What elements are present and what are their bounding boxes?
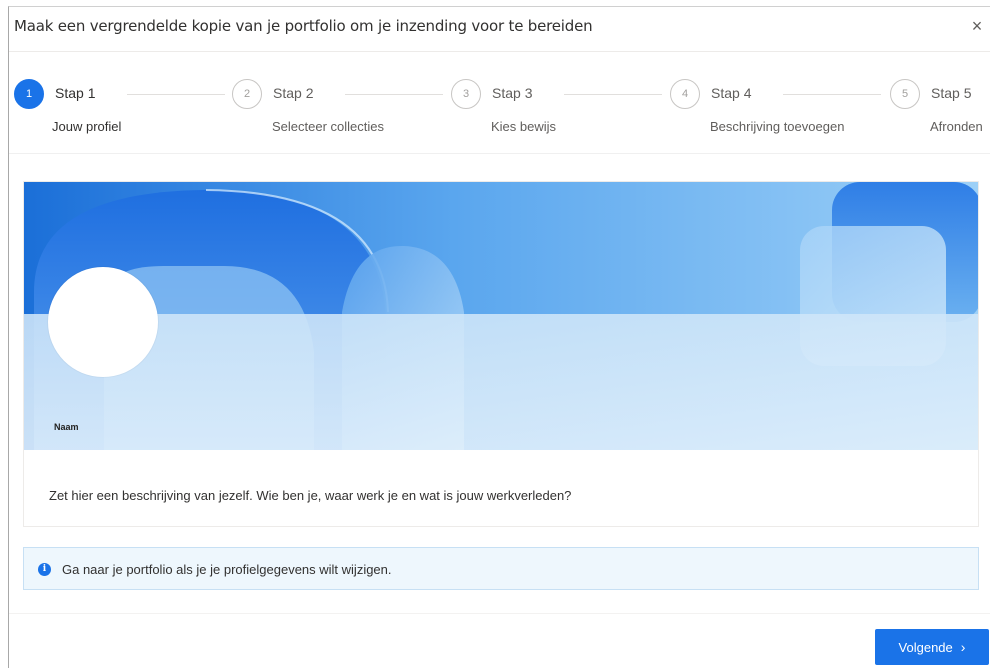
portfolio-copy-dialog: Maak een vergrendelde kopie van je portf… (8, 6, 990, 668)
profile-description: Zet hier een beschrijving van jezelf. Wi… (49, 488, 572, 503)
step-3-label: Stap 3 (492, 85, 533, 101)
step-5-circle: 5 (890, 79, 920, 109)
step-4-circle: 4 (670, 79, 700, 109)
step-connector (783, 94, 881, 95)
next-button-label: Volgende (898, 639, 953, 655)
profile-banner: Naam (24, 182, 978, 450)
header-divider (9, 51, 990, 52)
step-2-description: Selecteer collecties (272, 119, 384, 134)
info-text: Ga naar je portfolio als je je profielge… (62, 562, 392, 577)
stepper-divider (9, 153, 990, 154)
info-icon: i (38, 563, 51, 576)
profile-name-label: Naam (54, 422, 79, 432)
step-4-description: Beschrijving toevoegen (710, 119, 845, 134)
step-4-label: Stap 4 (711, 85, 752, 101)
step-connector (345, 94, 443, 95)
step-connector (127, 94, 225, 95)
next-button[interactable]: Volgende › (875, 629, 989, 665)
info-message: i Ga naar je portfolio als je je profiel… (23, 547, 979, 590)
banner-illustration (24, 182, 978, 450)
footer-divider (9, 613, 990, 614)
profile-card: Naam Zet hier een beschrijving van jezel… (23, 181, 979, 527)
step-connector (564, 94, 662, 95)
step-2-circle: 2 (232, 79, 262, 109)
chevron-right-icon: › (960, 639, 966, 655)
step-3-circle: 3 (451, 79, 481, 109)
step-3-description: Kies bewijs (491, 119, 557, 134)
step-1-circle: 1 (14, 79, 44, 109)
dialog-title: Maak een vergrendelde kopie van je portf… (14, 17, 593, 35)
step-5-label: Stap 5 (931, 85, 972, 101)
step-5-description: Afronden (930, 119, 983, 134)
dialog-header: Maak een vergrendelde kopie van je portf… (9, 7, 990, 47)
stepper: 1 Stap 1 Jouw profiel 2 Stap 2 Selecteer… (9, 79, 990, 149)
avatar (48, 267, 158, 377)
close-icon[interactable]: × (968, 17, 986, 35)
step-2-label: Stap 2 (273, 85, 314, 101)
step-1-description: Jouw profiel (52, 119, 122, 134)
step-1-label: Stap 1 (55, 85, 96, 101)
